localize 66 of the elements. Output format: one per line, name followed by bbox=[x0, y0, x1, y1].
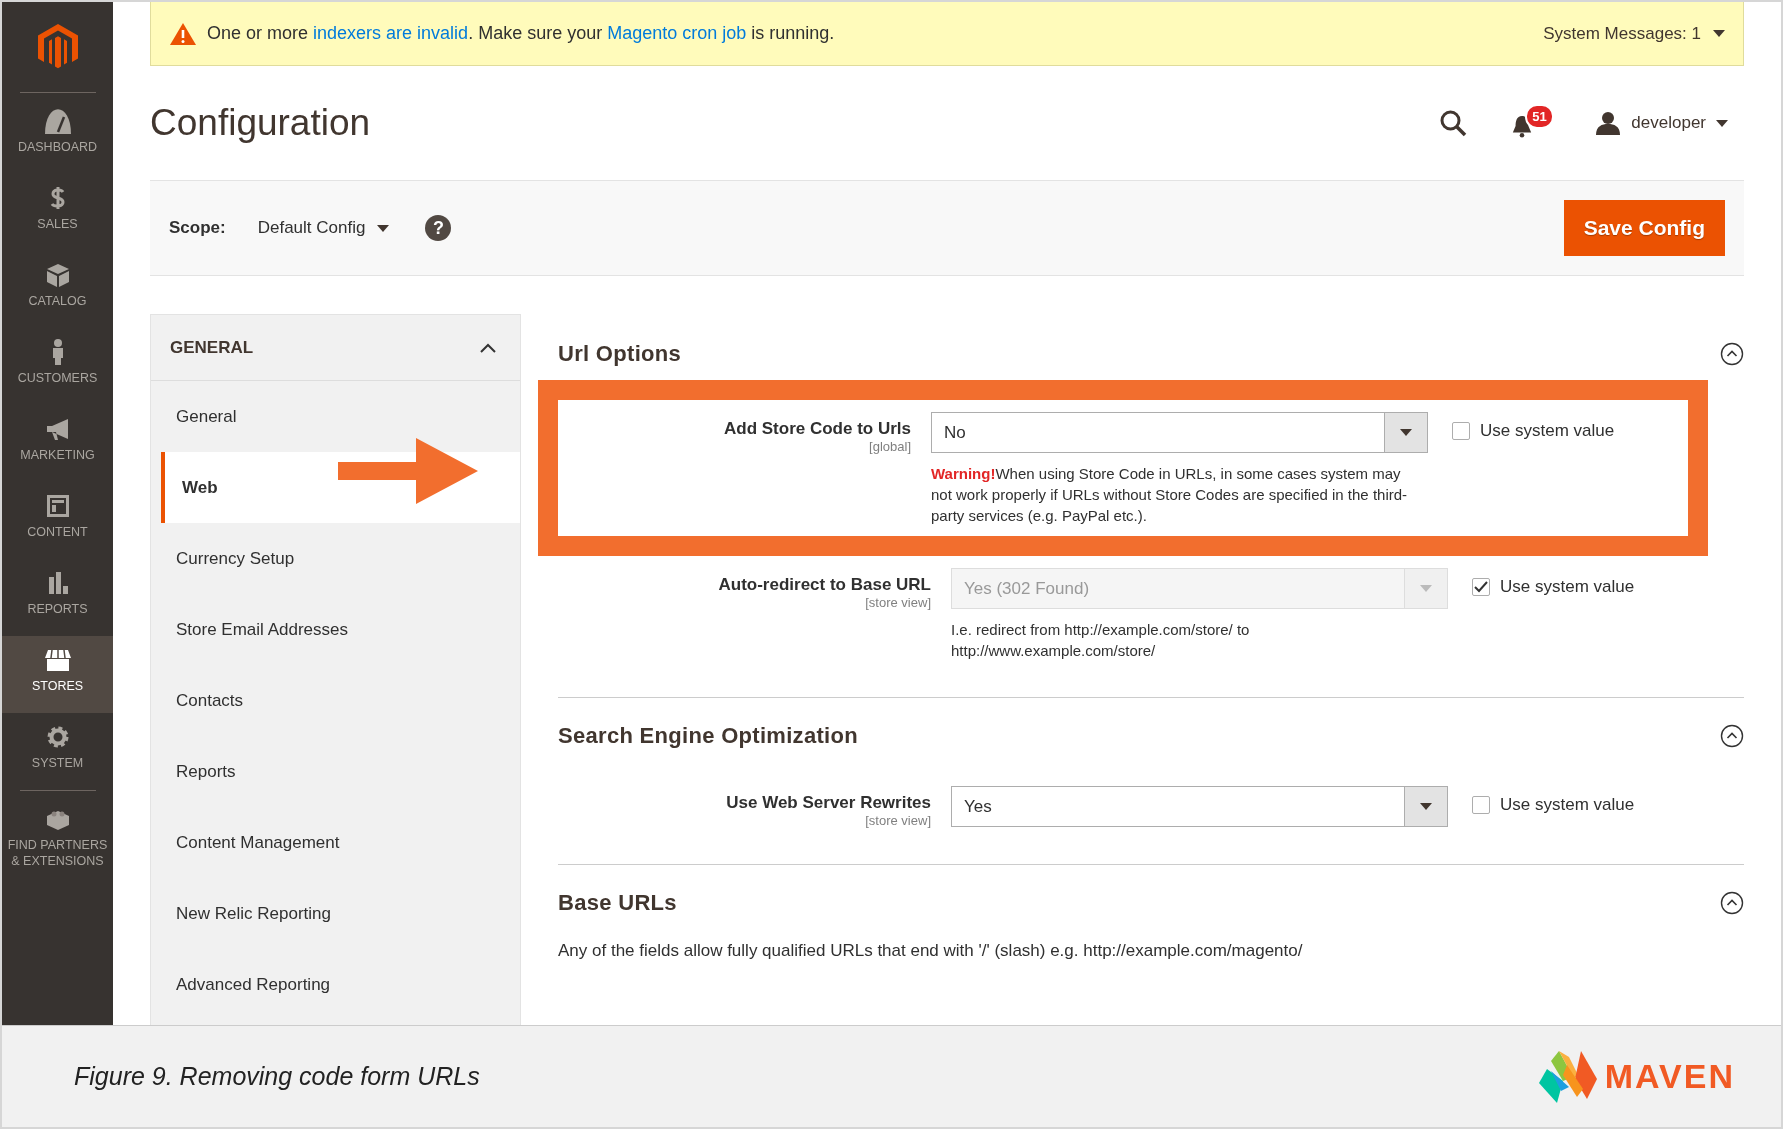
system-message: One or more indexers are invalid. Make sure your Magento cron job is running. bbox=[207, 23, 836, 44]
message-link[interactable]: Magento cron job bbox=[607, 23, 747, 43]
system-messages-dropdown[interactable]: System Messages: 1 bbox=[1543, 23, 1725, 44]
use-system-value-checkbox[interactable]: Use system value bbox=[1452, 412, 1615, 441]
nav-item[interactable]: General bbox=[151, 381, 520, 452]
collapse-icon[interactable] bbox=[1720, 342, 1744, 366]
figure-caption: Figure 9. Removing code form URLs bbox=[74, 1062, 480, 1091]
gauge-icon bbox=[43, 107, 72, 135]
sidebar-item[interactable]: SYSTEM bbox=[2, 713, 113, 790]
nav-item[interactable]: Reports bbox=[151, 736, 520, 807]
caret-icon bbox=[1713, 30, 1725, 37]
caret-icon bbox=[1716, 119, 1728, 127]
select-field[interactable]: Yes bbox=[951, 786, 1448, 827]
nav-item[interactable]: Advanced Reporting bbox=[151, 949, 520, 1020]
sidebar-item[interactable]: FIND PARTNERS & EXTENSIONS bbox=[2, 795, 113, 880]
use-system-value-checkbox[interactable]: Use system value bbox=[1472, 786, 1635, 815]
collapse-icon[interactable] bbox=[1720, 891, 1744, 915]
nav-item[interactable]: Store Email Addresses bbox=[151, 594, 520, 665]
brand-name: MAVEN bbox=[1604, 1057, 1735, 1096]
message-link[interactable]: indexers are invalid bbox=[313, 23, 469, 43]
field-note: Warning!When using Store Code in URLs, in some cases system may not work properly if URLs without Store Codes are specified in the third-party services (e.g. PayPal etc.). bbox=[931, 464, 1409, 526]
notification-count: 51 bbox=[1525, 104, 1554, 129]
select-field[interactable]: No bbox=[931, 412, 1428, 453]
sidebar-item[interactable]: DASHBOARD bbox=[2, 97, 113, 174]
section-title[interactable]: Base URLs bbox=[558, 890, 677, 916]
sidebar-item[interactable]: CONTENT bbox=[2, 482, 113, 559]
scope-note: [global] bbox=[869, 439, 911, 454]
sidebar-item[interactable]: SALES bbox=[2, 174, 113, 251]
user-icon bbox=[1595, 111, 1622, 135]
sidebar-item[interactable]: MARKETING bbox=[2, 405, 113, 482]
field-label: Auto-redirect to Base URL bbox=[718, 575, 931, 595]
caret-icon bbox=[1400, 429, 1412, 436]
caret-icon bbox=[1420, 803, 1432, 810]
nav-item[interactable]: Currency Setup bbox=[151, 523, 520, 594]
nav-item[interactable]: Content Management bbox=[151, 807, 520, 878]
nav-item[interactable]: New Relic Reporting bbox=[151, 878, 520, 949]
caret-icon bbox=[1420, 585, 1432, 592]
sidebar-item[interactable]: REPORTS bbox=[2, 559, 113, 636]
scope-dropdown[interactable]: Default Config bbox=[257, 218, 390, 238]
brand-logo-icon bbox=[1538, 1048, 1599, 1105]
arrow-icon bbox=[338, 438, 478, 504]
section-title[interactable]: Search Engine Optimization bbox=[558, 723, 858, 749]
caret-icon bbox=[377, 224, 390, 232]
help-icon[interactable]: ? bbox=[425, 215, 452, 241]
scope-note: [store view] bbox=[865, 813, 931, 828]
logo-icon[interactable] bbox=[37, 24, 78, 70]
nav-item[interactable]: Contacts bbox=[151, 665, 520, 736]
field-label: Add Store Code to Urls bbox=[724, 419, 911, 439]
search-icon[interactable] bbox=[1439, 109, 1468, 137]
section-description: Any of the fields allow fully qualified URLs that end with '/' (slash) e.g. http://example.com/magento/ bbox=[558, 941, 1304, 961]
sidebar-item[interactable]: CUSTOMERS bbox=[2, 328, 113, 405]
scope-label: Scope: bbox=[169, 218, 226, 238]
sidebar-item[interactable]: CATALOG bbox=[2, 251, 113, 328]
user-menu[interactable]: developer bbox=[1595, 111, 1728, 135]
field-label: Use Web Server Rewrites bbox=[726, 793, 931, 813]
page-title: Configuration bbox=[150, 102, 371, 144]
section-title[interactable]: Url Options bbox=[558, 341, 682, 367]
chevron-icon bbox=[480, 342, 496, 353]
save-config-button[interactable]: Save Config bbox=[1563, 200, 1725, 256]
collapse-icon[interactable] bbox=[1720, 724, 1744, 748]
scope-note: [store view] bbox=[865, 595, 931, 610]
sidebar-item[interactable]: STORES bbox=[2, 636, 113, 713]
warning-icon bbox=[169, 21, 197, 46]
nav-section-header[interactable]: GENERAL bbox=[151, 315, 520, 381]
checkmark-icon bbox=[1474, 581, 1488, 593]
field-note: I.e. redirect from http://example.com/store/ to http://www.example.com/store/ bbox=[951, 620, 1251, 661]
